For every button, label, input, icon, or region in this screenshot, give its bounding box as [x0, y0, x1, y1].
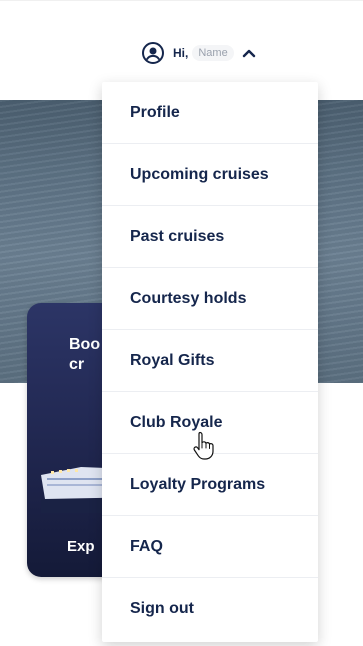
chevron-up-icon: [242, 49, 255, 58]
menu-item-loyalty-programs[interactable]: Loyalty Programs: [102, 454, 318, 516]
hand-cursor-icon: [193, 431, 214, 460]
menu-item-profile[interactable]: Profile: [102, 82, 318, 144]
menu-item-royal-gifts[interactable]: Royal Gifts: [102, 330, 318, 392]
menu-item-courtesy-holds[interactable]: Courtesy holds: [102, 268, 318, 330]
menu-item-sign-out[interactable]: Sign out: [102, 578, 318, 640]
account-menu-toggle[interactable]: Hi, Name: [141, 39, 256, 67]
promo-cta[interactable]: Exp: [67, 538, 95, 555]
greeting-text: Hi,: [173, 46, 189, 60]
menu-item-faq[interactable]: FAQ: [102, 516, 318, 578]
user-circle-icon: [142, 42, 164, 64]
menu-item-past-cruises[interactable]: Past cruises: [102, 206, 318, 268]
user-name: Name: [192, 45, 234, 61]
account-dropdown-menu: Profile Upcoming cruises Past cruises Co…: [102, 82, 318, 642]
menu-item-upcoming-cruises[interactable]: Upcoming cruises: [102, 144, 318, 206]
